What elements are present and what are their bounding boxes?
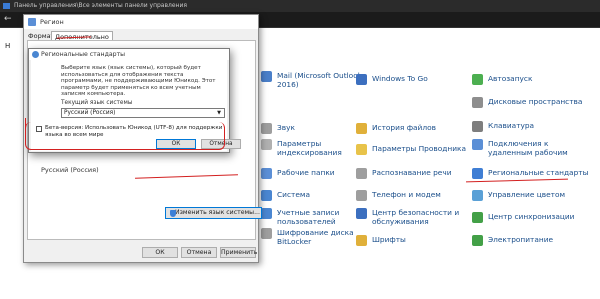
control-panel-title: Панель управления\Все элементы панели уп…	[14, 2, 187, 9]
control-panel-item-icon	[356, 74, 367, 85]
system-language-description: Выберите язык (язык системы), который бу…	[61, 65, 216, 98]
apply-button[interactable]: Применить	[220, 247, 257, 258]
current-system-language: Русский (Россия)	[41, 166, 99, 174]
control-panel-titlebar: Панель управления\Все элементы панели уп…	[0, 0, 600, 12]
control-panel-item-label: Звук	[277, 123, 295, 132]
control-panel-item-label: Электропитание	[488, 235, 554, 244]
control-panel-item-icon	[472, 168, 483, 179]
control-panel-item-label: Центр безопасности и обслуживания	[372, 208, 460, 226]
back-arrow-icon[interactable]: ←	[4, 14, 12, 24]
control-panel-item[interactable]: Электропитание	[472, 235, 553, 246]
control-panel-item[interactable]: Система	[261, 190, 310, 201]
control-panel-item-icon	[472, 121, 483, 132]
control-panel-item[interactable]: Управление цветом	[472, 190, 565, 201]
control-panel-item[interactable]: Распознавание речи	[356, 168, 452, 179]
system-language-value: Русский (Россия)	[64, 110, 116, 116]
control-panel-item[interactable]: История файлов	[356, 123, 436, 134]
control-panel-item-icon	[261, 139, 272, 150]
regional-standards-title: Региональные стандарты	[41, 51, 126, 58]
control-panel-item-label: Параметры индексирования	[277, 139, 342, 157]
control-panel-item-icon	[261, 228, 272, 239]
annotation-checkbox-left-edge	[25, 118, 28, 130]
control-panel-item-icon	[356, 208, 367, 219]
control-panel-item-icon	[261, 168, 272, 179]
control-panel-item[interactable]: Автозапуск	[472, 74, 532, 85]
control-panel-item-label: Рабочие папки	[277, 168, 335, 177]
control-panel-item-label: Учетные записи пользователей	[277, 208, 340, 226]
change-system-language-button[interactable]: Изменить язык системы...	[165, 207, 262, 219]
control-panel-item-icon	[472, 97, 483, 108]
control-panel-item-label: Дисковые пространства	[488, 97, 583, 106]
control-panel-item-label: Система	[277, 190, 310, 199]
control-panel-item-icon	[261, 71, 272, 82]
nav-partial-text: Н	[5, 42, 11, 50]
control-panel-item[interactable]: Звук	[261, 123, 295, 134]
control-panel-item-icon	[261, 208, 272, 219]
region-icon	[28, 18, 36, 26]
control-panel-item[interactable]: Mail (Microsoft Outlook 2016)	[261, 71, 362, 89]
control-panel-item[interactable]: Шифрование диска BitLocker	[261, 228, 354, 246]
control-panel-item-label: Телефон и модем	[372, 190, 441, 199]
control-panel-left-strip: Н	[0, 28, 14, 299]
control-panel-item-icon	[472, 74, 483, 85]
control-panel-item[interactable]: Windows To Go	[356, 74, 428, 85]
control-panel-item-label: Региональные стандарты	[488, 168, 589, 177]
control-panel-item-icon	[356, 123, 367, 134]
control-panel-item-icon	[472, 235, 483, 246]
control-panel-item[interactable]: Центр безопасности и обслуживания	[356, 208, 459, 226]
control-panel-item-label: Распознавание речи	[372, 168, 452, 177]
control-panel-item[interactable]: Региональные стандарты	[472, 168, 588, 179]
control-panel-item[interactable]: Рабочие папки	[261, 168, 335, 179]
control-panel-item[interactable]: Параметры индексирования	[261, 139, 342, 157]
control-panel-item[interactable]: Центр синхронизации	[472, 212, 574, 223]
control-panel-item-label: Центр синхронизации	[488, 212, 575, 221]
control-panel-item[interactable]: Клавиатура	[472, 121, 534, 132]
control-panel-item[interactable]: Параметры Проводника	[356, 144, 466, 155]
control-panel-item[interactable]: Учетные записи пользователей	[261, 208, 339, 226]
region-window-titlebar: Регион	[24, 15, 258, 29]
ok-button[interactable]: ОК	[142, 247, 178, 258]
control-panel-item-icon	[356, 144, 367, 155]
chevron-down-icon: ▼	[217, 110, 221, 116]
control-panel-item-icon	[356, 168, 367, 179]
cancel-button[interactable]: Отмена	[181, 247, 217, 258]
control-panel-item-label: Автозапуск	[488, 74, 533, 83]
current-language-label: Текущий язык системы	[61, 100, 133, 106]
control-panel-item-icon	[472, 139, 483, 150]
control-panel-item[interactable]: Дисковые пространства	[472, 97, 582, 108]
control-panel-item-icon	[472, 190, 483, 201]
control-panel-item-label: История файлов	[372, 123, 436, 132]
system-language-select[interactable]: Русский (Россия) ▼	[61, 108, 225, 118]
control-panel-item-label: Параметры Проводника	[372, 144, 466, 153]
control-panel-item-icon	[261, 123, 272, 134]
globe-icon	[32, 51, 39, 58]
control-panel-item-icon	[356, 235, 367, 246]
regional-standards-titlebar: Региональные стандарты	[29, 49, 229, 60]
control-panel-item-label: Управление цветом	[488, 190, 566, 199]
control-panel-item-icon	[472, 212, 483, 223]
control-panel-item-label: Windows To Go	[372, 74, 428, 83]
control-panel-item[interactable]: Телефон и модем	[356, 190, 441, 201]
control-panel-item-icon	[356, 190, 367, 201]
control-panel-item-label: Шифрование диска BitLocker	[277, 228, 354, 246]
control-panel-item-label: Шрифты	[372, 235, 406, 244]
control-panel-item[interactable]: Подключения к удаленным рабочим	[472, 139, 568, 157]
control-panel-item-label: Mail (Microsoft Outlook 2016)	[277, 71, 363, 89]
control-panel-item[interactable]: Шрифты	[356, 235, 406, 246]
control-panel-icon	[3, 3, 10, 9]
change-system-language-label: Изменить язык системы...	[175, 209, 260, 216]
control-panel-item-label: Подключения к удаленным рабочим	[488, 139, 568, 157]
annotation-checkbox-bracket	[25, 122, 225, 150]
shield-icon	[170, 210, 176, 217]
control-panel-item-icon	[261, 190, 272, 201]
region-window-title: Регион	[40, 18, 64, 26]
control-panel-item-label: Клавиатура	[488, 121, 535, 130]
